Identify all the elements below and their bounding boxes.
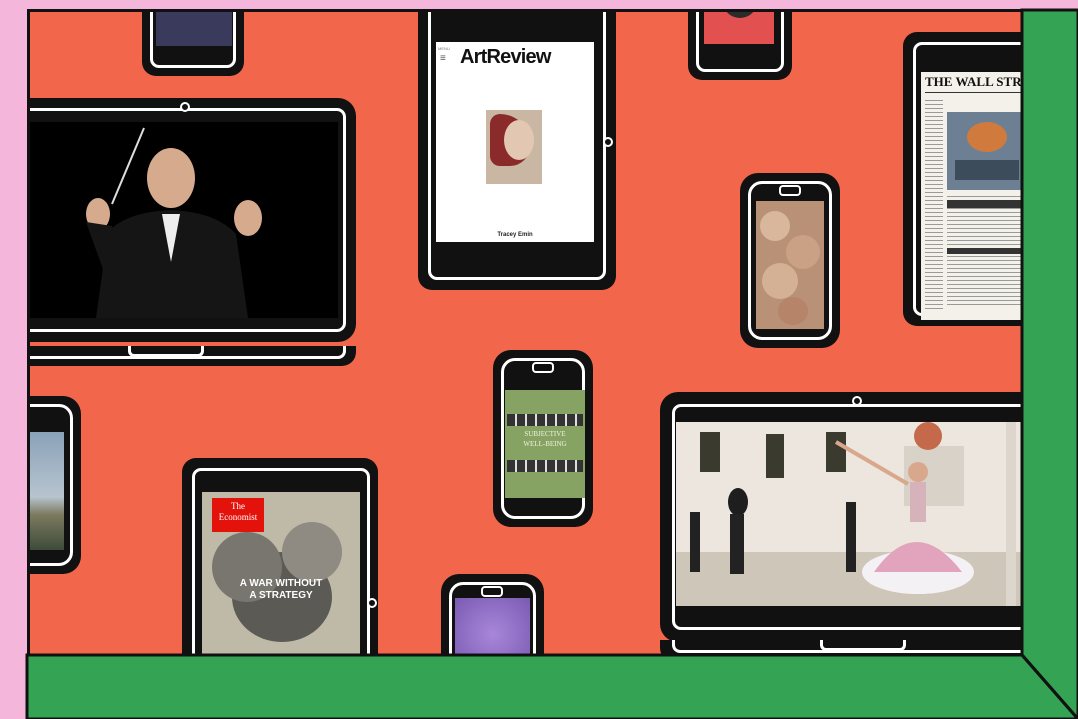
green-room <box>25 8 1078 719</box>
green-floor <box>25 653 1078 719</box>
green-wall <box>1020 8 1078 719</box>
